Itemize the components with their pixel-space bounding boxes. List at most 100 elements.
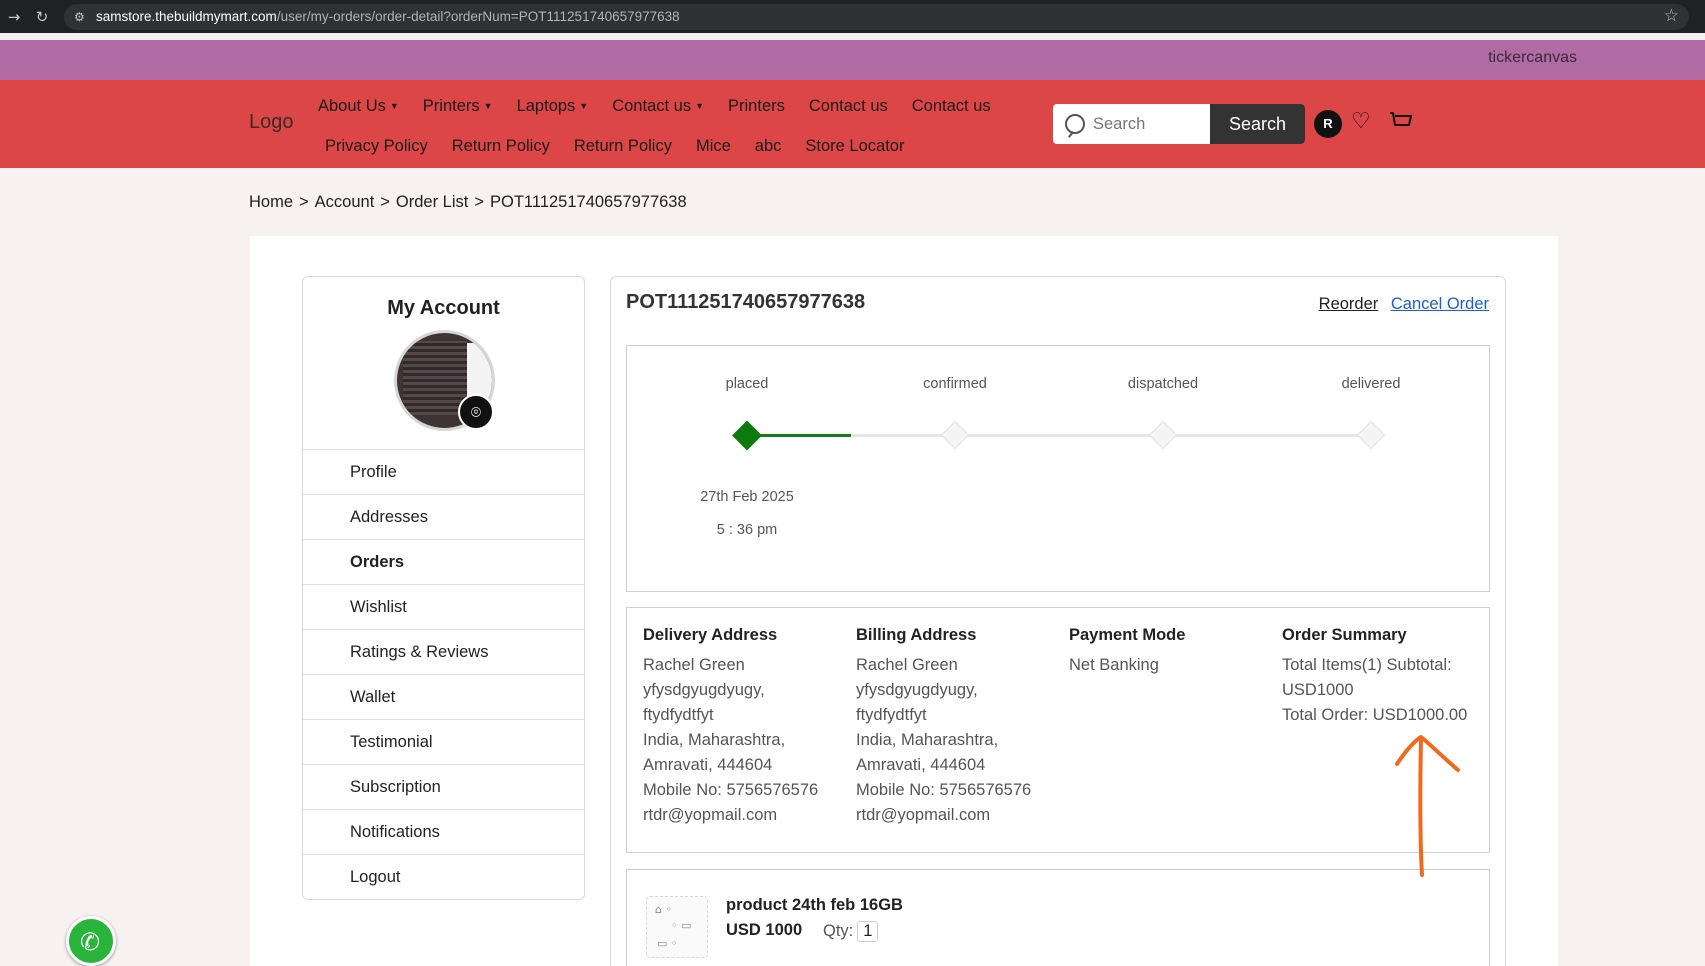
menu-item-contact-us-2[interactable]: Contact us: [912, 97, 991, 116]
order-number: POT111251740657977638: [626, 291, 866, 313]
menu-item-mice[interactable]: Mice: [696, 137, 731, 156]
product-quantity: Qty: 1: [823, 921, 879, 942]
menu-item-contact-us-dropdown[interactable]: Contact us ▼: [612, 97, 704, 116]
order-product-item: ⌂ ◦ ◦ ▭ ▭ ◦ product 24th feb 16GB USD 10…: [626, 869, 1490, 966]
logo[interactable]: Logo: [249, 111, 294, 134]
billing-address-heading: Billing Address: [856, 626, 977, 644]
delivery-address: Delivery Address Rachel Green yfysdgyugd…: [643, 626, 839, 828]
reload-icon[interactable]: ↻: [28, 8, 56, 26]
payment-mode: Payment Mode Net Banking: [1069, 626, 1265, 678]
sidebar-item-orders[interactable]: Orders: [303, 539, 584, 584]
breadcrumb-current: POT111251740657977638: [490, 193, 687, 211]
search-button[interactable]: Search: [1210, 104, 1305, 144]
breadcrumb-account[interactable]: Account: [315, 193, 375, 211]
sidebar-item-wallet[interactable]: Wallet: [303, 674, 584, 719]
address-bar[interactable]: ⚙ samstore.thebuildmymart.com/user/my-or…: [64, 3, 1689, 30]
menu-item-privacy-policy[interactable]: Privacy Policy: [325, 137, 428, 156]
main-menu-row-2: Privacy Policy Return Policy Return Poli…: [325, 137, 928, 156]
step-label-placed: placed: [725, 376, 769, 392]
address-line: ftydfydtfyt: [643, 706, 714, 724]
progress-line-done: [747, 434, 851, 437]
main-menu-row-1: About Us ▼ Printers ▼ Laptops ▼ Contact us ▼…: [318, 97, 1015, 116]
breadcrumb-home[interactable]: Home: [249, 193, 293, 211]
menu-item-return-policy[interactable]: Return Policy: [452, 137, 550, 156]
site-info-icon[interactable]: ⚙: [74, 10, 96, 24]
menu-item-store-locator[interactable]: Store Locator: [805, 137, 904, 156]
address-line: Rachel Green: [643, 656, 745, 674]
menu-item-printers-dropdown[interactable]: Printers ▼: [423, 97, 493, 116]
menu-item-contact-us[interactable]: Contact us: [809, 97, 888, 116]
bookmark-star-icon[interactable]: ☆: [1664, 6, 1679, 26]
sidebar-item-notifications[interactable]: Notifications: [303, 809, 584, 854]
menu-item-printers[interactable]: Printers: [728, 97, 785, 116]
sidebar-menu: Profile Addresses Orders Wishlist Rating…: [303, 449, 584, 899]
account-sidebar: My Account ⌾ Profile Addresses Orders Wi…: [302, 276, 585, 900]
sidebar-item-addresses[interactable]: Addresses: [303, 494, 584, 539]
caret-down-icon: ▼: [695, 101, 705, 111]
menu-item-abc[interactable]: abc: [755, 137, 782, 156]
summary-line: Total Items(1) Subtotal:: [1282, 656, 1452, 674]
step-marker-confirmed: [940, 420, 970, 450]
ticker-bar: tickercanvas: [0, 40, 1705, 80]
wishlist-heart-icon[interactable]: ♡: [1351, 109, 1371, 134]
search-input[interactable]: [1093, 114, 1203, 134]
annotation-arrow-icon: [1395, 735, 1460, 877]
menu-item-laptops[interactable]: Laptops ▼: [517, 97, 589, 116]
product-name[interactable]: product 24th feb 16GB: [726, 896, 903, 915]
sidebar-item-testimonial[interactable]: Testimonial: [303, 719, 584, 764]
ticker-text: tickercanvas: [1488, 49, 1577, 66]
product-image[interactable]: ⌂ ◦ ◦ ▭ ▭ ◦: [646, 896, 708, 958]
step-marker-placed: [732, 420, 762, 451]
caret-down-icon: ▼: [483, 101, 493, 111]
sidebar-item-wishlist[interactable]: Wishlist: [303, 584, 584, 629]
caret-down-icon: ▼: [579, 101, 589, 111]
step-marker-dispatched: [1148, 420, 1178, 450]
camera-icon[interactable]: ⌾: [458, 394, 494, 430]
address-line: rtdr@yopmail.com: [643, 806, 778, 824]
delivery-address-heading: Delivery Address: [643, 626, 778, 644]
progress-line-pending: [851, 434, 1371, 437]
sidebar-title: My Account: [387, 297, 500, 319]
address-line: India, Maharashtra,: [856, 731, 999, 749]
address-line: Amravati, 444604: [643, 756, 773, 774]
url-text[interactable]: samstore.thebuildmymart.com/user/my-orde…: [96, 9, 680, 24]
reorder-link[interactable]: Reorder: [1319, 295, 1379, 313]
address-line: yfysdgyugdyugy,: [856, 681, 978, 699]
order-summary-heading: Order Summary: [1282, 626, 1407, 644]
site-header: Logo About Us ▼ Printers ▼ Laptops ▼ Contac…: [0, 80, 1705, 168]
search-icon: [1065, 114, 1085, 134]
qty-value: 1: [857, 921, 879, 942]
whatsapp-icon[interactable]: ✆: [66, 916, 116, 966]
step-marker-delivered: [1356, 420, 1386, 450]
sidebar-item-profile[interactable]: Profile: [303, 449, 584, 494]
summary-line: USD1000: [1282, 681, 1354, 699]
address-line: yfysdgyugdyugy,: [643, 681, 765, 699]
address-line: rtdr@yopmail.com: [856, 806, 991, 824]
step-date-placed: 27th Feb 2025: [700, 489, 794, 505]
order-status-tracker: placed confirmed dispatched delivered 27…: [626, 345, 1490, 592]
menu-item-about-us[interactable]: About Us ▼: [318, 97, 399, 116]
forward-icon[interactable]: →: [0, 8, 28, 26]
cancel-order-link[interactable]: Cancel Order: [1391, 295, 1489, 313]
sidebar-item-logout[interactable]: Logout: [303, 854, 584, 899]
breadcrumb-order-list[interactable]: Order List: [396, 193, 468, 211]
order-detail-panel: POT111251740657977638 Reorder Cancel Ord…: [610, 276, 1506, 966]
cart-icon[interactable]: [1389, 111, 1413, 131]
browser-toolbar: → ↻ ⚙ samstore.thebuildmymart.com/user/m…: [0, 0, 1705, 33]
product-price: USD 1000: [726, 921, 803, 939]
step-time-placed: 5 : 36 pm: [716, 522, 778, 538]
payment-mode-value: Net Banking: [1069, 656, 1159, 674]
sidebar-item-ratings-reviews[interactable]: Ratings & Reviews: [303, 629, 584, 674]
address-line: ftydfydtfyt: [856, 706, 927, 724]
billing-address: Billing Address Rachel Green yfysdgyugdy…: [856, 626, 1052, 828]
payment-mode-heading: Payment Mode: [1069, 626, 1186, 644]
menu-item-return-policy-2[interactable]: Return Policy: [574, 137, 672, 156]
summary-total: Total Order: USD1000.00: [1282, 706, 1468, 724]
address-line: Mobile No: 5756576576: [643, 781, 819, 799]
step-label-delivered: delivered: [1341, 376, 1401, 392]
sidebar-item-subscription[interactable]: Subscription: [303, 764, 584, 809]
user-avatar[interactable]: R: [1314, 110, 1342, 138]
address-line: Amravati, 444604: [856, 756, 986, 774]
step-label-confirmed: confirmed: [923, 376, 987, 392]
address-line: Rachel Green: [856, 656, 958, 674]
